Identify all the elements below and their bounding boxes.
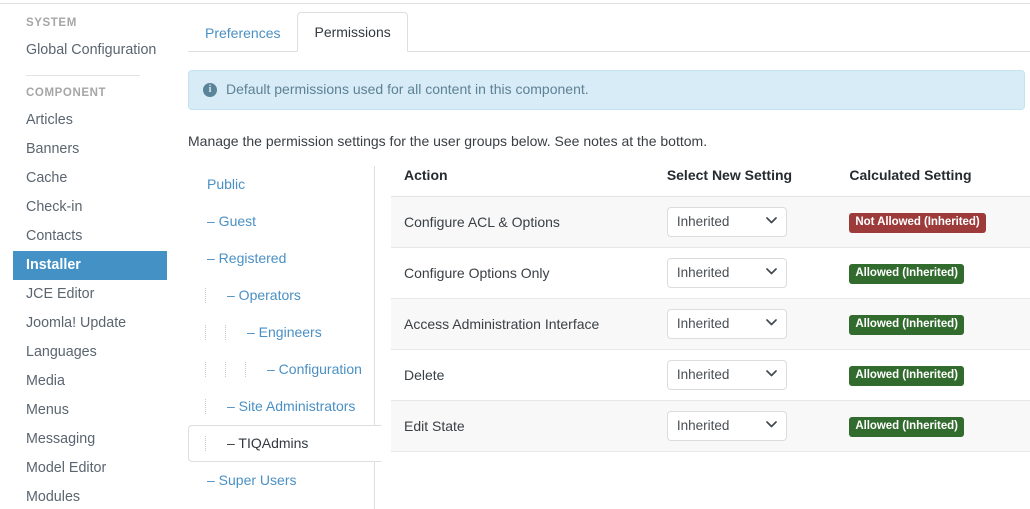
sidebar-item-installer[interactable]: Installer <box>13 251 167 280</box>
top-divider <box>0 3 1030 4</box>
action-label: Edit State <box>391 400 654 452</box>
action-label: Configure ACL & Options <box>391 196 654 248</box>
info-alert: i Default permissions used for all conte… <box>188 70 1025 110</box>
sidebar-item-cache[interactable]: Cache <box>0 164 180 193</box>
page-description: Manage the permission settings for the u… <box>188 133 708 149</box>
sidebar: SYSTEM Global Configuration COMPONENT Artic… <box>0 14 180 509</box>
setting-select[interactable]: InheritedAllowedDenied <box>666 258 787 288</box>
setting-select[interactable]: InheritedAllowedDenied <box>666 207 787 237</box>
group-tab-public[interactable]: Public <box>188 166 374 203</box>
setting-select-wrap: InheritedAllowedDenied <box>666 411 787 441</box>
indent-guide-icon <box>205 362 206 377</box>
group-tab-list: Public – Guest – Registered – Operators – En… <box>188 166 382 509</box>
indent-guide-icon <box>225 325 226 340</box>
sidebar-item-modules[interactable]: Modules <box>0 483 180 509</box>
indent-guide-icon <box>205 399 206 414</box>
sidebar-section-label: SYSTEM <box>26 17 77 29</box>
status-badge: Allowed (Inherited) <box>849 365 964 386</box>
group-tab-label: – Configuration <box>267 361 362 377</box>
tab-permissions[interactable]: Permissions <box>297 12 408 52</box>
sidebar-item-articles[interactable]: Articles <box>0 106 180 135</box>
sidebar-item-jce-editor[interactable]: JCE Editor <box>0 280 180 309</box>
status-badge: Allowed (Inherited) <box>849 416 964 437</box>
calculated-setting-cell: Allowed (Inherited) <box>836 349 1030 401</box>
main-content: Preferences Permissions i Default permiss… <box>188 12 1030 509</box>
sidebar-item-joomla-update[interactable]: Joomla! Update <box>0 309 180 338</box>
table-row: Configure Options Only InheritedAllowedDe… <box>391 247 1030 299</box>
sidebar-item-menus[interactable]: Menus <box>0 396 180 425</box>
group-tab-registered[interactable]: – Registered <box>188 240 374 277</box>
sidebar-item-media[interactable]: Media <box>0 367 180 396</box>
group-tab-label: – Site Administrators <box>227 398 356 414</box>
admin-permissions-page: SYSTEM Global Configuration COMPONENT Artic… <box>0 0 1030 509</box>
info-icon: i <box>203 82 217 97</box>
indent-guide-icon <box>205 436 206 451</box>
setting-select-wrap: InheritedAllowedDenied <box>666 258 787 288</box>
group-tab-operators[interactable]: – Operators <box>188 277 374 314</box>
sidebar-divider <box>26 75 140 76</box>
group-tab-site-administrators[interactable]: – Site Administrators <box>188 388 374 425</box>
status-badge: Allowed (Inherited) <box>849 314 964 335</box>
group-tab-label: – Engineers <box>247 324 322 340</box>
group-tab-super-users[interactable]: – Super Users <box>188 462 374 499</box>
tab-preferences[interactable]: Preferences <box>188 13 297 52</box>
table-row: Configure ACL & Options InheritedAllowedD… <box>391 196 1030 248</box>
calculated-setting-cell: Allowed (Inherited) <box>836 298 1030 350</box>
info-alert-text: Default permissions used for all content… <box>226 81 589 97</box>
indent-guide-icon <box>245 362 246 377</box>
setting-cell: InheritedAllowedDenied <box>653 298 837 350</box>
indent-guide-icon <box>225 362 226 377</box>
setting-select-wrap: InheritedAllowedDenied <box>666 207 787 237</box>
group-tab-configuration[interactable]: – Configuration <box>188 351 374 388</box>
calculated-setting-cell: Allowed (Inherited) <box>836 247 1030 299</box>
sidebar-item-banners[interactable]: Banners <box>0 135 180 164</box>
table-row: Edit State InheritedAllowedDenied Allowed … <box>391 400 1030 452</box>
group-tab-label: Public <box>207 176 246 192</box>
table-row: Access Administration Interface Inherited… <box>391 298 1030 350</box>
group-tab-label: – Operators <box>227 287 301 303</box>
action-label: Access Administration Interface <box>391 298 654 350</box>
setting-cell: InheritedAllowedDenied <box>653 247 837 299</box>
table-row: Delete InheritedAllowedDenied Allowed (Inh… <box>391 349 1030 401</box>
sidebar-item-messaging[interactable]: Messaging <box>0 425 180 454</box>
calculated-setting-cell: Not Allowed (Inherited) <box>836 196 1030 248</box>
group-tab-label: – Super Users <box>207 472 297 488</box>
group-tab-label: – Registered <box>207 250 287 266</box>
column-header-select: Select New Setting <box>653 166 837 197</box>
status-badge: Allowed (Inherited) <box>849 263 964 284</box>
column-header-action: Action <box>391 166 654 197</box>
setting-select[interactable]: InheritedAllowedDenied <box>666 360 787 390</box>
setting-cell: InheritedAllowedDenied <box>653 196 837 248</box>
indent-guide-icon <box>205 288 206 303</box>
column-header-calculated: Calculated Setting <box>836 166 1030 197</box>
sidebar-item-model-editor[interactable]: Model Editor <box>0 454 180 483</box>
group-tab-guest[interactable]: – Guest <box>188 203 374 240</box>
setting-cell: InheritedAllowedDenied <box>653 400 837 452</box>
group-tab-engineers[interactable]: – Engineers <box>188 314 374 351</box>
group-tab-label: – Guest <box>207 213 257 229</box>
action-label: Configure Options Only <box>391 247 654 299</box>
setting-select[interactable]: InheritedAllowedDenied <box>666 411 787 441</box>
setting-select-wrap: InheritedAllowedDenied <box>666 309 787 339</box>
permissions-table: Action Select New Setting Calculated Set… <box>391 166 1030 452</box>
action-label: Delete <box>391 349 654 401</box>
setting-select[interactable]: InheritedAllowedDenied <box>666 309 787 339</box>
setting-cell: InheritedAllowedDenied <box>653 349 837 401</box>
group-tab-tiqadmins[interactable]: – TIQAdmins <box>188 425 382 462</box>
sidebar-section-label: COMPONENT <box>26 87 107 99</box>
setting-select-wrap: InheritedAllowedDenied <box>666 360 787 390</box>
group-tab-label: – TIQAdmins <box>227 435 309 451</box>
table-header-row: Action Select New Setting Calculated Set… <box>391 166 1030 197</box>
table-body: Configure ACL & Options InheritedAllowedD… <box>391 196 1030 452</box>
sidebar-item-contacts[interactable]: Contacts <box>0 222 180 251</box>
tab-bar: Preferences Permissions <box>188 12 1030 52</box>
status-badge: Not Allowed (Inherited) <box>849 212 986 233</box>
sidebar-item-languages[interactable]: Languages <box>0 338 180 367</box>
sidebar-item-global-configuration[interactable]: Global Configuration <box>0 36 180 65</box>
permissions-panel: Public – Guest – Registered – Operators – En… <box>188 166 1030 509</box>
indent-guide-icon <box>205 325 206 340</box>
sidebar-item-check-in[interactable]: Check-in <box>0 193 180 222</box>
calculated-setting-cell: Allowed (Inherited) <box>836 400 1030 452</box>
